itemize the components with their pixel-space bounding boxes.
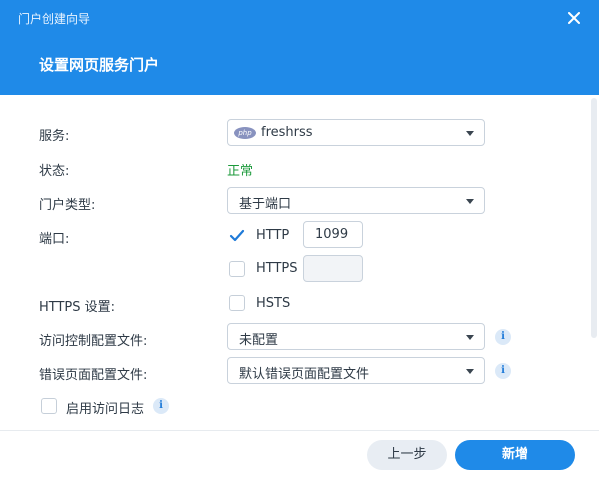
portal-wizard-dialog: 门户创建向导 设置网页服务门户 服务: php freshrss 状态: 正常 … [0, 0, 599, 478]
checkmark-icon [229, 229, 245, 242]
php-icon: php [234, 127, 256, 139]
portal-type-value: 基于端口 [239, 197, 292, 212]
scrollbar[interactable] [591, 98, 597, 338]
http-port-input[interactable]: 1099 [303, 221, 363, 248]
hsts-checkbox[interactable] [229, 295, 245, 311]
access-control-select[interactable]: 未配置 [227, 323, 485, 350]
chevron-down-icon [466, 335, 474, 340]
port-label: 端口: [39, 232, 70, 247]
footer-divider [0, 430, 599, 431]
info-icon[interactable]: i [495, 363, 511, 379]
access-control-label: 访问控制配置文件: [39, 334, 148, 349]
chevron-down-icon [466, 199, 474, 204]
dialog-header: 门户创建向导 设置网页服务门户 [0, 0, 599, 95]
service-label: 服务: [39, 129, 70, 144]
http-checkbox[interactable] [229, 228, 245, 244]
access-log-checkbox[interactable] [41, 398, 57, 414]
https-checkbox[interactable] [229, 261, 245, 277]
chevron-down-icon [466, 369, 474, 374]
status-value: 正常 [227, 164, 254, 179]
access-log-label: 启用访问日志 [66, 402, 145, 417]
portal-type-label: 门户类型: [39, 198, 96, 213]
https-settings-label: HTTPS 设置: [39, 300, 116, 315]
add-button[interactable]: 新增 [455, 440, 575, 470]
error-page-label: 错误页面配置文件: [39, 368, 148, 383]
hsts-label: HSTS [256, 296, 291, 311]
window-title: 门户创建向导 [18, 12, 91, 26]
previous-button[interactable]: 上一步 [367, 440, 447, 470]
info-icon[interactable]: i [495, 329, 511, 345]
page-title: 设置网页服务门户 [39, 56, 160, 74]
portal-type-select[interactable]: 基于端口 [227, 187, 485, 214]
info-icon[interactable]: i [153, 398, 169, 414]
error-page-select[interactable]: 默认错误页面配置文件 [227, 357, 485, 384]
access-control-value: 未配置 [239, 333, 279, 348]
chevron-down-icon [466, 131, 474, 136]
https-label: HTTPS [256, 261, 298, 276]
service-value: freshrss [261, 125, 313, 140]
https-port-input[interactable] [303, 255, 363, 282]
error-page-value: 默认错误页面配置文件 [239, 367, 370, 382]
http-label: HTTP [256, 228, 290, 243]
status-label: 状态: [39, 164, 70, 179]
close-button[interactable] [563, 6, 585, 28]
service-select[interactable]: php freshrss [227, 119, 485, 146]
close-icon [568, 12, 580, 24]
